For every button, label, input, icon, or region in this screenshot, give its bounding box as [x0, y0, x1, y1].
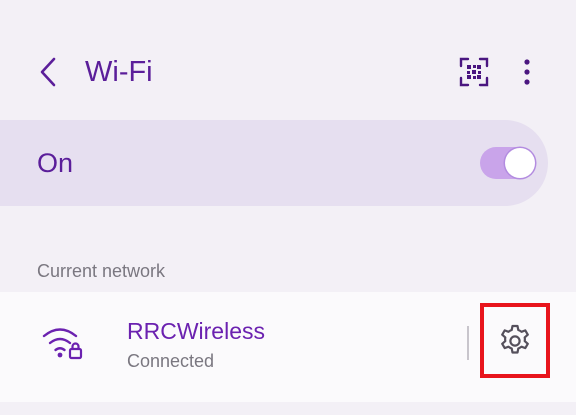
page-title: Wi-Fi	[85, 56, 153, 88]
network-settings-button[interactable]	[480, 303, 550, 378]
switch-knob	[505, 148, 535, 178]
wifi-switch[interactable]	[480, 147, 536, 179]
header: Wi-Fi	[0, 40, 576, 104]
wifi-toggle-row[interactable]: On	[0, 120, 548, 206]
chevron-left-icon	[40, 57, 56, 87]
qr-code-icon	[459, 57, 489, 87]
section-label-current-network: Current network	[37, 261, 166, 281]
back-button[interactable]	[30, 52, 66, 92]
wifi-toggle-label: On	[37, 148, 74, 178]
more-vertical-icon	[524, 59, 530, 85]
gear-icon	[501, 324, 529, 354]
qr-code-button[interactable]	[455, 54, 493, 90]
current-network-card[interactable]: RRCWireless Connected	[0, 292, 576, 402]
wifi-locked-icon	[42, 328, 83, 360]
divider	[467, 326, 469, 360]
network-name: RRCWireless	[127, 318, 265, 344]
more-options-button[interactable]	[512, 54, 542, 90]
wifi-settings-screen: Wi-Fi On Current network RRCWireless Con…	[0, 0, 576, 415]
network-status: Connected	[127, 351, 215, 371]
